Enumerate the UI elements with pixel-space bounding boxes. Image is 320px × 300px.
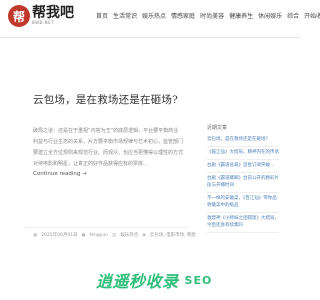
sidebar-heading: 近期文章 <box>207 125 228 131</box>
folder-icon: ▤ <box>112 233 117 238</box>
nav-item-general[interactable]: 综合 <box>287 13 299 21</box>
post-excerpt: 破局之道：还是在于重视“内容为王”的底层逻辑，平台要平衡商业利益与行业生态的关系… <box>33 128 184 167</box>
post-date[interactable]: 2025年06月01日 <box>41 233 77 239</box>
nav-item-entertainment[interactable]: 娱乐热点 <box>142 13 166 21</box>
continue-reading-link[interactable]: Continue reading → <box>33 170 87 178</box>
sidebar-item[interactable]: 《临江仙》大结局，精神内在的传承 <box>207 147 279 160</box>
calendar-icon: ▣ <box>33 233 38 238</box>
watermark-sub: SEO <box>184 273 213 287</box>
post-category[interactable]: 娱乐热点 <box>120 233 138 239</box>
logo-mark: 帮 <box>8 5 30 27</box>
logo-text: 帮我吧 BWB.NET <box>32 6 74 26</box>
site-header: 帮 帮我吧 BWB.NET 首页 生活常识 娱乐热点 情感家庭 时尚美容 健康养… <box>0 0 320 38</box>
main-nav: 首页 生活常识 娱乐热点 情感家庭 时尚美容 健康养生 休闲娱乐 综合 开始收藏 <box>96 13 320 21</box>
nav-item-life[interactable]: 生活常识 <box>113 13 137 21</box>
post-tags[interactable]: 云包场, 电影市场, 明星 <box>150 233 196 239</box>
watermark: 逍遥秒收录 SEO <box>96 268 212 292</box>
nav-item-bookmark[interactable]: 开始收藏 <box>304 13 320 21</box>
tag-icon: ◆ <box>142 233 146 238</box>
sidebar-item[interactable]: 不一样的安徽菜，《百江仙》带你品尝徽菜中的极品 <box>207 193 279 213</box>
post-author[interactable]: fengyun <box>90 233 108 239</box>
nav-item-home[interactable]: 首页 <box>96 13 108 21</box>
logo-name: 帮我吧 <box>32 5 74 21</box>
watermark-text: 逍遥秒收录 <box>96 272 179 291</box>
nav-item-leisure[interactable]: 休闲娱乐 <box>258 13 282 21</box>
sidebar-item[interactable]: 云包场，是在救场还是在砸场? <box>207 134 279 147</box>
sidebar-recent-posts: 近期文章 云包场，是在救场还是在砸场? 《临江仙》大结局，精神内在的传承 台剧《… <box>207 125 279 233</box>
sidebar-item[interactable]: 台剧《霸道卿卿》台前公开的精彩片段与开播时间 <box>207 173 279 193</box>
sidebar-item[interactable]: 敦煌神《小师妹之团圆饭》大结局，今后还会有续集吗 <box>207 213 279 233</box>
post-meta: ▣ 2025年06月01日 ● fengyun ▤ 娱乐热点 ◆ 云包场, 电影… <box>25 227 196 244</box>
nav-item-fashion[interactable]: 时尚美容 <box>200 13 224 21</box>
nav-item-family[interactable]: 情感家庭 <box>171 13 195 21</box>
post-title[interactable]: 云包场，是在救场还是在砸场? <box>33 94 183 107</box>
post-meta-row: ▣ 2025年06月01日 ● fengyun ▤ 娱乐热点 ◆ 云包场, 电影… <box>33 233 196 239</box>
nav-item-health[interactable]: 健康养生 <box>229 13 253 21</box>
user-icon: ● <box>81 233 86 238</box>
site-logo[interactable]: 帮 帮我吧 BWB.NET <box>8 5 74 27</box>
sidebar-item[interactable]: 台剧《霸道总裁》首批订阅突破… <box>207 160 279 173</box>
